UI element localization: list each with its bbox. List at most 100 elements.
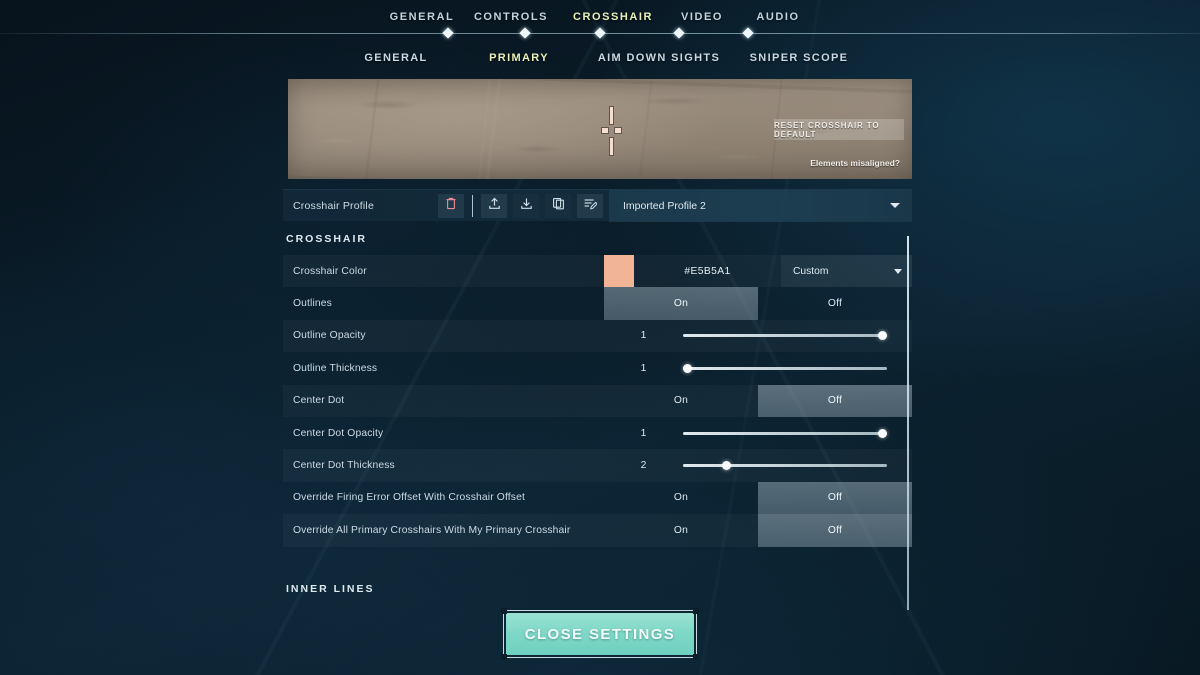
setting-control-outlines: On Off (604, 287, 912, 319)
setting-control-center-dot-thickness: 2 (604, 449, 912, 481)
slider-outline-opacity[interactable] (683, 329, 887, 343)
setting-control-override-firing-error: On Off (604, 482, 912, 514)
slider-value-outline-opacity: 1 (604, 330, 683, 341)
slider-track (683, 334, 887, 337)
close-settings-button[interactable]: CLOSE SETTINGS (506, 613, 694, 655)
sub-navigation: GENERAL PRIMARY AIM DOWN SIGHTS SNIPER S… (0, 45, 1200, 71)
toggle-group-center-dot: On Off (604, 385, 912, 417)
copy-icon (552, 197, 565, 215)
setting-label-override-firing-error: Override Firing Error Offset With Crossh… (283, 492, 604, 503)
setting-control-center-dot-opacity: 1 (604, 417, 912, 449)
corner-notch (501, 654, 507, 660)
slider-track (683, 367, 887, 370)
setting-label-center-dot: Center Dot (283, 395, 604, 406)
crosshair-line-bottom (609, 137, 614, 156)
table-row: Center Dot On Off (283, 385, 912, 417)
settings-scrollbar[interactable] (907, 236, 909, 610)
download-icon (520, 197, 533, 215)
profile-selected-value: Imported Profile 2 (623, 200, 706, 212)
toggle-group-override-all-primary: On Off (604, 514, 912, 546)
toggle-off-center-dot[interactable]: Off (758, 385, 912, 417)
setting-control-center-dot: On Off (604, 385, 912, 417)
slider-center-dot-opacity[interactable] (683, 426, 887, 440)
corner-notch (501, 608, 507, 614)
table-row: Outline Opacity 1 (283, 320, 912, 352)
slider-handle[interactable] (878, 331, 887, 340)
subtab-general[interactable]: GENERAL (337, 52, 455, 64)
import-profile-button[interactable] (481, 194, 507, 218)
table-row: Crosshair Color #E5B5A1 Custom (283, 255, 912, 287)
slider-outline-thickness[interactable] (683, 361, 887, 375)
toggle-off-override-firing-error[interactable]: Off (758, 482, 912, 514)
toggle-on-outlines[interactable]: On (604, 287, 758, 319)
rename-profile-button[interactable] (577, 194, 603, 218)
slider-value-center-dot-thickness: 2 (604, 460, 683, 471)
trash-icon (445, 197, 457, 215)
slider-track (683, 464, 887, 467)
profile-action-icons (438, 190, 609, 222)
crosshair-profile-bar: Crosshair Profile (283, 189, 912, 221)
color-preset-value: Custom (793, 266, 828, 277)
setting-label-center-dot-thickness: Center Dot Thickness (283, 460, 604, 471)
setting-label-outline-opacity: Outline Opacity (283, 330, 604, 341)
setting-label-crosshair-color: Crosshair Color (283, 266, 604, 277)
chevron-down-icon (894, 269, 902, 274)
slider-center-dot-thickness[interactable] (683, 459, 887, 473)
close-settings-label: CLOSE SETTINGS (525, 626, 675, 643)
color-preset-dropdown[interactable]: Custom (781, 255, 912, 287)
slider-value-center-dot-opacity: 1 (604, 428, 683, 439)
export-profile-button[interactable] (513, 194, 539, 218)
toggle-off-outlines[interactable]: Off (758, 287, 912, 319)
reset-crosshair-button[interactable]: RESET CROSSHAIR TO DEFAULT (774, 119, 904, 140)
section-header-inner-lines: INNER LINES (286, 583, 375, 595)
toggle-on-override-firing-error[interactable]: On (604, 482, 758, 514)
table-row: Override All Primary Crosshairs With My … (283, 514, 912, 546)
section-header-crosshair: CROSSHAIR (286, 233, 367, 245)
tab-audio[interactable]: AUDIO (740, 11, 816, 23)
delete-profile-button[interactable] (438, 194, 464, 218)
setting-label-outlines: Outlines (283, 298, 604, 309)
tab-crosshair[interactable]: CROSSHAIR (562, 11, 664, 23)
slider-value-outline-thickness: 1 (604, 363, 683, 374)
tab-video[interactable]: VIDEO (664, 11, 740, 23)
slider-track (683, 432, 887, 435)
toggle-on-center-dot[interactable]: On (604, 385, 758, 417)
subtab-primary[interactable]: PRIMARY (455, 52, 583, 64)
toggle-group-outlines: On Off (604, 287, 912, 319)
slider-handle[interactable] (878, 429, 887, 438)
crosshair-line-right (614, 127, 622, 134)
table-row: Outline Thickness 1 (283, 352, 912, 384)
chevron-down-icon (890, 203, 900, 208)
crosshair-preview-panel: RESET CROSSHAIR TO DEFAULT Elements misa… (288, 79, 912, 179)
table-row: Override Firing Error Offset With Crossh… (283, 482, 912, 514)
tab-general[interactable]: GENERAL (384, 11, 460, 23)
toggle-off-override-all-primary[interactable]: Off (758, 514, 912, 546)
setting-control-override-all-primary: On Off (604, 514, 912, 546)
icon-separator (472, 195, 473, 217)
crosshair-profile-label: Crosshair Profile (283, 200, 438, 212)
setting-control-outline-thickness: 1 (604, 352, 912, 384)
crosshair-graphic (600, 106, 624, 156)
slider-handle[interactable] (722, 461, 731, 470)
crosshair-profile-dropdown[interactable]: Imported Profile 2 (609, 190, 912, 222)
toggle-group-override-firing-error: On Off (604, 482, 912, 514)
settings-rows: Crosshair Color #E5B5A1 Custom Outlines … (283, 255, 912, 547)
main-navigation: GENERAL CONTROLS CROSSHAIR VIDEO AUDIO (0, 0, 1200, 35)
corner-notch (693, 654, 699, 660)
setting-label-center-dot-opacity: Center Dot Opacity (283, 428, 604, 439)
duplicate-profile-button[interactable] (545, 194, 571, 218)
table-row: Center Dot Opacity 1 (283, 417, 912, 449)
subtab-aim-down-sights[interactable]: AIM DOWN SIGHTS (583, 52, 735, 64)
upload-icon (488, 197, 501, 215)
toggle-on-override-all-primary[interactable]: On (604, 514, 758, 546)
color-swatch[interactable] (604, 255, 634, 287)
color-hex-input[interactable]: #E5B5A1 (634, 255, 781, 287)
setting-label-override-all-primary: Override All Primary Crosshairs With My … (283, 525, 604, 536)
tab-controls[interactable]: CONTROLS (460, 11, 562, 23)
crosshair-line-left (601, 127, 609, 134)
subtab-sniper-scope[interactable]: SNIPER SCOPE (735, 52, 863, 64)
slider-handle[interactable] (683, 364, 692, 373)
setting-control-crosshair-color: #E5B5A1 Custom (604, 255, 912, 287)
table-row: Outlines On Off (283, 287, 912, 319)
elements-misaligned-link[interactable]: Elements misaligned? (774, 158, 904, 168)
